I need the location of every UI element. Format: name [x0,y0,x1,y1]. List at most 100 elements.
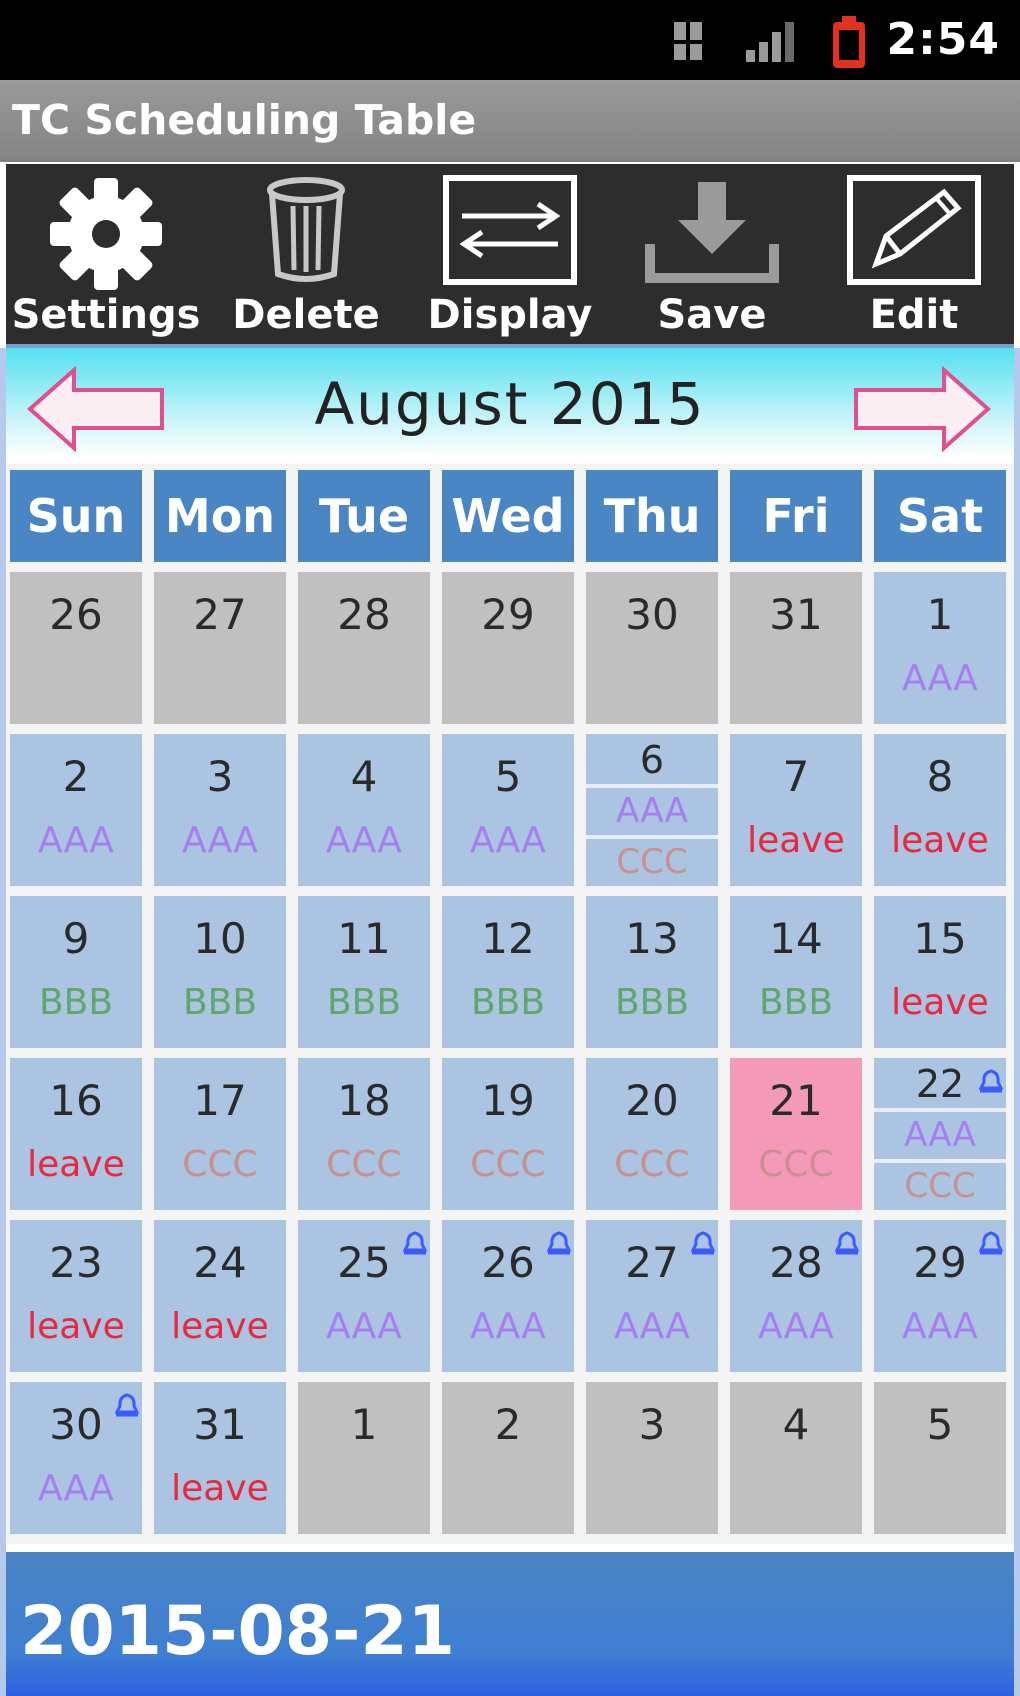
shift-label: BBB [470,982,546,1023]
day-cell[interactable]: 5 [874,1382,1006,1534]
day-cell[interactable]: 31 leave [154,1382,286,1534]
day-cell[interactable]: 17 CCC [154,1058,286,1210]
day-number: 9 [62,914,90,963]
day-cell[interactable]: 1 AAA [874,572,1006,724]
day-number: 15 [913,914,967,963]
shift-label: leave [891,820,989,861]
day-cell[interactable]: 3 [586,1382,718,1534]
day-cell[interactable]: 25 AAA [298,1220,430,1372]
day-number: 16 [49,1076,103,1125]
shift-label: leave [27,1144,125,1185]
day-number: 2 [62,752,90,801]
day-number: 2 [494,1400,522,1449]
day-cell[interactable]: 26 [10,572,142,724]
day-cell[interactable]: 6 AAA CCC [586,734,718,886]
day-cell[interactable]: 22 AAA CCC [874,1058,1006,1210]
day-cell[interactable]: 3 AAA [154,734,286,886]
shift-label: AAA [38,820,114,861]
bell-icon [402,1230,428,1263]
shift-label: CCC [874,1159,1006,1210]
title-bar: TC Scheduling Table [0,80,1020,162]
day-cell[interactable]: 16 leave [10,1058,142,1210]
day-cell[interactable]: 4 AAA [298,734,430,886]
edit-button[interactable]: Edit [814,164,1014,344]
weekday-header: Sun [10,470,142,562]
shift-label: AAA [874,1108,1006,1159]
day-cell[interactable]: 18 CCC [298,1058,430,1210]
day-cell[interactable]: 19 CCC [442,1058,574,1210]
day-number: 28 [337,590,391,639]
day-cell[interactable]: 28 [298,572,430,724]
clock: 2:54 [886,14,1000,65]
weekday-header: Thu [586,470,718,562]
day-cell[interactable]: 28 AAA [730,1220,862,1372]
shift-label: AAA [902,658,978,699]
day-number: 18 [337,1076,391,1125]
day-cell[interactable]: 27 [154,572,286,724]
day-cell[interactable]: 13 BBB [586,896,718,1048]
day-cell[interactable]: 7 leave [730,734,862,886]
shift-label: CCC [758,1144,834,1185]
settings-button[interactable]: Settings [6,164,206,344]
status-bar: 2:54 [0,0,1020,80]
day-cell[interactable]: 15 leave [874,896,1006,1048]
bell-icon [978,1230,1004,1263]
day-cell[interactable]: 5 AAA [442,734,574,886]
day-cell[interactable]: 4 [730,1382,862,1534]
day-cell[interactable]: 14 BBB [730,896,862,1048]
day-cell[interactable]: 23 leave [10,1220,142,1372]
bell-icon [834,1230,860,1263]
shift-label: AAA [902,1306,978,1347]
day-cell[interactable]: 29 [442,572,574,724]
battery-icon [833,16,865,68]
day-number: 3 [638,1400,666,1449]
trash-icon [267,177,345,282]
day-number: 24 [193,1238,247,1287]
day-cell[interactable]: 2 [442,1382,574,1534]
day-cell[interactable]: 24 leave [154,1220,286,1372]
day-cell[interactable]: 31 [730,572,862,724]
day-cell[interactable]: 30 AAA [10,1382,142,1534]
shift-label: leave [171,1306,269,1347]
day-number: 5 [494,752,522,801]
display-label: Display [427,292,593,338]
day-number: 4 [350,752,378,801]
day-cell[interactable]: 9 BBB [10,896,142,1048]
display-button[interactable]: Display [410,164,610,344]
toolbar: Settings Delete Display Save Edit [6,164,1014,348]
day-cell[interactable]: 11 BBB [298,896,430,1048]
pencil-icon [847,175,981,285]
weekday-header: Tue [298,470,430,562]
signal-icon [746,22,794,62]
day-number: 7 [782,752,810,801]
day-number: 30 [625,590,679,639]
day-cell[interactable]: 30 [586,572,718,724]
bell-icon [978,1068,1004,1101]
day-cell-selected[interactable]: 21 CCC [730,1058,862,1210]
shift-label: AAA [470,820,546,861]
day-cell[interactable]: 1 [298,1382,430,1534]
shift-label: leave [171,1468,269,1509]
day-cell[interactable]: 2 AAA [10,734,142,886]
arrow-right-icon[interactable] [852,366,992,452]
day-cell[interactable]: 12 BBB [442,896,574,1048]
day-cell[interactable]: 29 AAA [874,1220,1006,1372]
shift-label: leave [747,820,845,861]
shift-label: AAA [758,1306,834,1347]
shift-label: CCC [470,1144,546,1185]
day-number: 13 [625,914,679,963]
day-cell[interactable]: 10 BBB [154,896,286,1048]
day-cell[interactable]: 8 leave [874,734,1006,886]
delete-button[interactable]: Delete [206,164,406,344]
shift-label: CCC [182,1144,258,1185]
day-number: 19 [481,1076,535,1125]
day-number: 26 [49,590,103,639]
save-button[interactable]: Save [612,164,812,344]
day-cell[interactable]: 26 AAA [442,1220,574,1372]
day-number: 1 [350,1400,378,1449]
shift-label: CCC [586,835,718,886]
shift-label: AAA [326,820,402,861]
day-cell[interactable]: 27 AAA [586,1220,718,1372]
day-number: 14 [769,914,823,963]
day-cell[interactable]: 20 CCC [586,1058,718,1210]
